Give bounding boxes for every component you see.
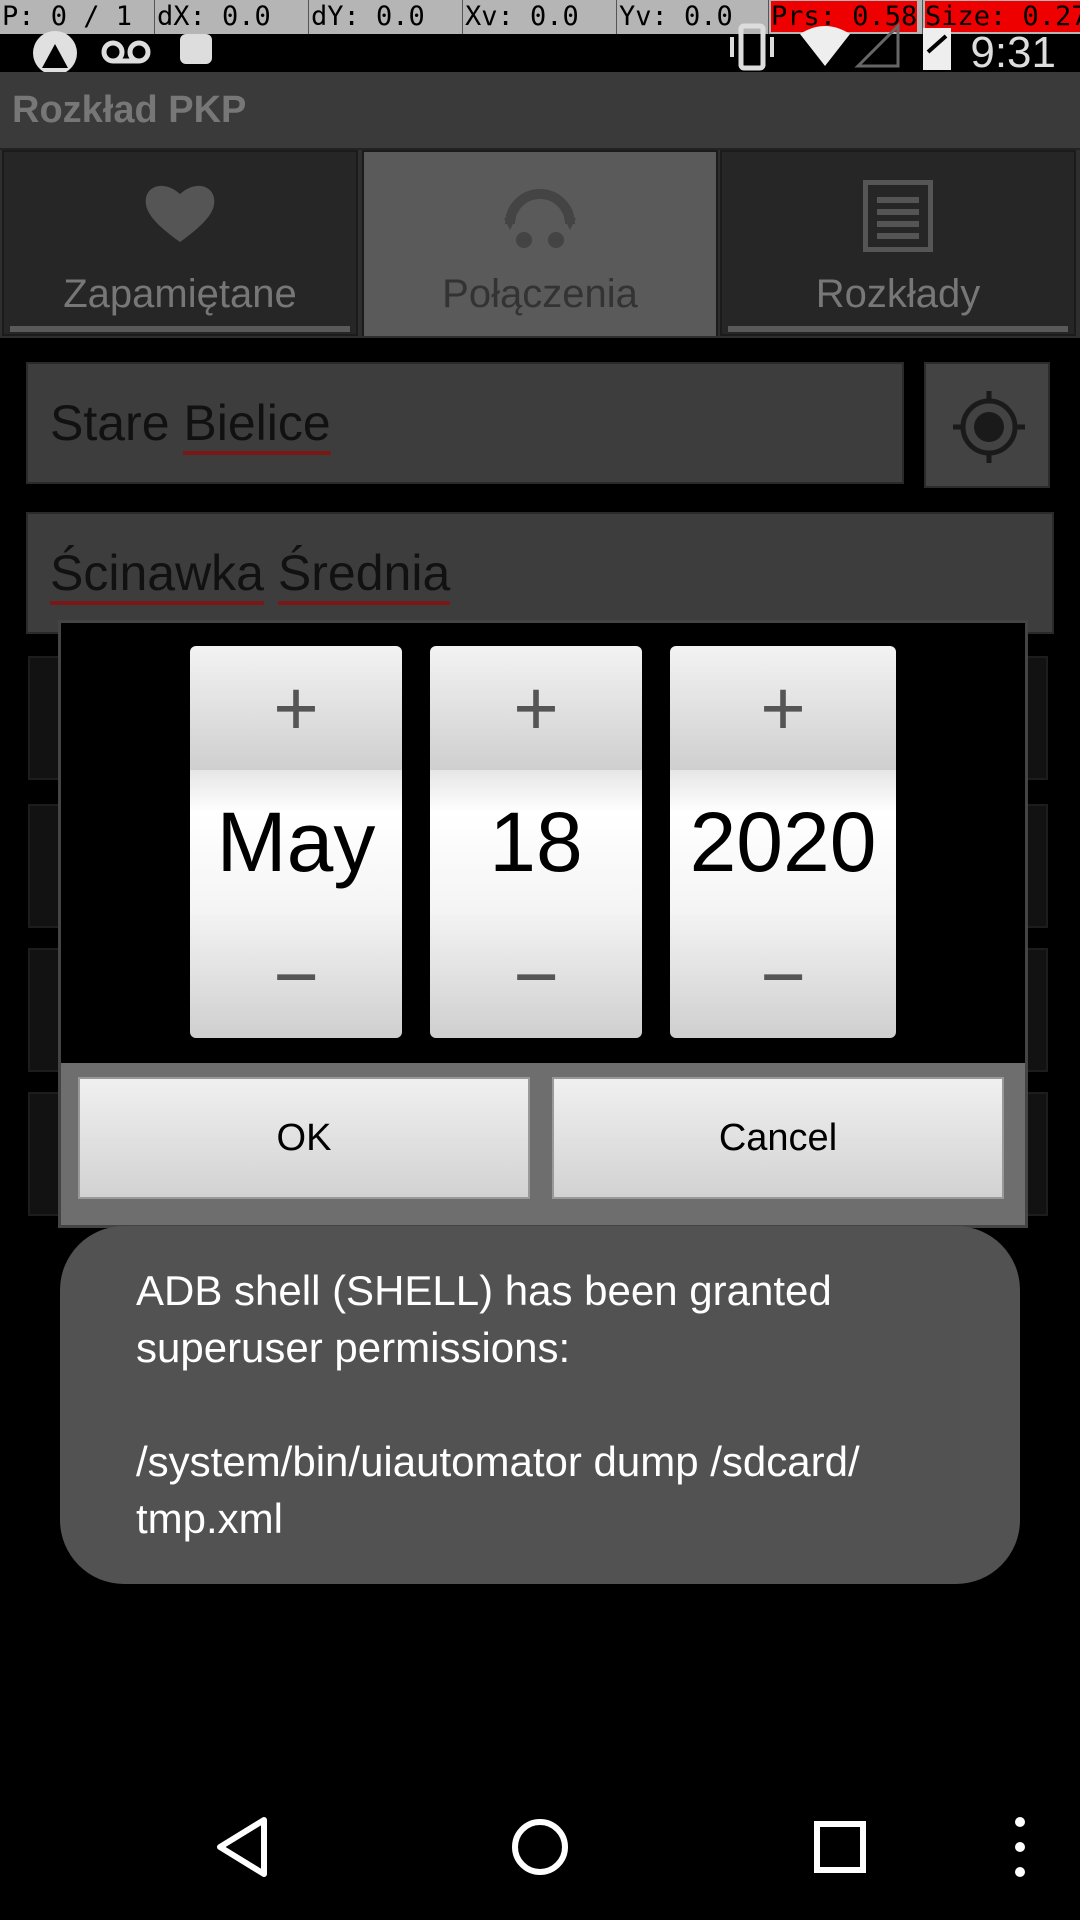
connections-icon [364,180,716,266]
vibrate-icon [730,23,774,71]
action-bar: Rozkład PKP [0,72,1080,151]
tab-schedules[interactable]: Rozkłady [720,150,1076,336]
tab-indicator [10,326,350,332]
locate-button[interactable] [924,362,1050,488]
year-decrement-button[interactable]: − [670,914,896,1038]
day-picker: + 18 − [430,646,642,1038]
back-icon[interactable] [212,1812,272,1882]
from-station-name: Bielice [183,395,331,455]
android-icon [180,34,212,64]
heart-icon [4,180,356,262]
tab-connections-label: Połączenia [442,272,638,316]
tab-saved-label: Zapamiętane [63,272,297,316]
from-station-prefix: Stare [50,395,184,451]
from-station-field[interactable]: Stare Bielice [26,362,904,484]
app-title: Rozkład PKP [12,89,247,131]
ok-button[interactable]: OK [78,1077,530,1199]
tab-saved[interactable]: Zapamiętane [2,150,358,336]
overflow-menu-icon[interactable] [1004,1812,1036,1882]
voicemail-icon [101,40,151,64]
pointer-xv: Xv: 0.0 [462,0,617,34]
tab-schedules-label: Rozkłady [815,272,981,316]
day-increment-button[interactable]: + [430,646,642,770]
year-picker: + 2020 − [670,646,896,1038]
cancel-button[interactable]: Cancel [552,1077,1004,1199]
to-station-field[interactable]: Ścinawka Średnia [26,512,1054,634]
crosshair-icon [953,391,1025,463]
day-value[interactable]: 18 [430,770,642,914]
day-decrement-button[interactable]: − [430,914,642,1038]
tab-indicator [728,326,1068,332]
home-icon[interactable] [508,1812,572,1882]
year-increment-button[interactable]: + [670,646,896,770]
tab-connections[interactable]: Połączenia [362,150,718,336]
wifi-icon [800,26,850,66]
year-value[interactable]: 2020 [670,770,896,914]
signal-icon [854,22,900,68]
superuser-toast: ADB shell (SHELL) has been granted super… [60,1226,1020,1584]
pointer-location-bar: P: 0 / 1 dX: 0.0 dY: 0.0 Xv: 0.0 Yv: 0.0… [0,0,1080,34]
toast-message: ADB shell (SHELL) has been granted super… [136,1267,860,1542]
recents-icon[interactable] [812,1812,868,1882]
to-station-word1: Ścinawka [50,545,264,605]
schedule-icon [722,179,1074,268]
month-decrement-button[interactable]: − [190,914,402,1038]
month-value[interactable]: May [190,770,402,914]
month-picker: + May − [190,646,402,1038]
month-increment-button[interactable]: + [190,646,402,770]
to-station-word2: Średnia [277,545,451,605]
status-clock: 9:31 [970,28,1056,77]
status-bar: 9:31 [0,22,1080,77]
app-notification-icon [33,31,77,75]
tab-bar: Zapamiętane Połączenia Rozkłady [0,150,1080,338]
pointer-dy: dY: 0.0 [308,0,463,34]
battery-icon [923,28,951,70]
